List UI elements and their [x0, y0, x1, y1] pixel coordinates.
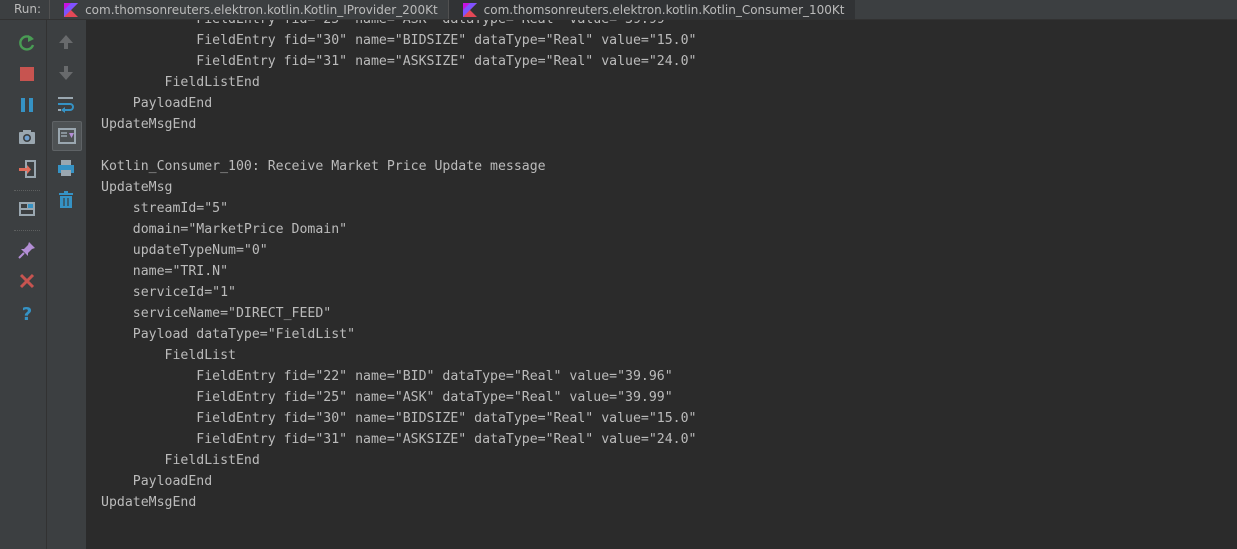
console-line: domain="MarketPrice Domain"	[101, 222, 348, 237]
rerun-icon	[19, 35, 35, 51]
scroll-to-end-button[interactable]	[52, 121, 82, 151]
print-icon	[58, 160, 74, 176]
tab-label: com.thomsonreuters.elektron.kotlin.Kotli…	[483, 2, 845, 17]
console-line: UpdateMsgEnd	[101, 117, 197, 132]
console-toolbar	[47, 20, 87, 549]
console-line: FieldListEnd	[101, 75, 260, 90]
tab-iprovider[interactable]: com.thomsonreuters.elektron.kotlin.Kotli…	[50, 0, 448, 19]
svg-text:?: ?	[22, 304, 32, 323]
console-line: FieldListEnd	[101, 453, 260, 468]
console-output[interactable]: FieldEntry fid="25" name="ASK" dataType=…	[87, 20, 1237, 549]
exit-icon	[19, 160, 36, 178]
console-line: UpdateMsg	[101, 180, 173, 195]
arrow-down-icon	[59, 66, 73, 80]
toolbar-separator	[14, 230, 40, 231]
trash-icon	[59, 191, 73, 208]
close-button[interactable]	[13, 267, 41, 295]
dump-threads-button[interactable]	[13, 123, 41, 151]
console-line: FieldEntry fid="25" name="ASK" dataType=…	[101, 20, 696, 30]
rerun-button[interactable]	[13, 29, 41, 57]
close-icon	[19, 273, 35, 289]
pin-icon	[18, 242, 35, 259]
stop-icon	[20, 67, 34, 81]
run-toolbar: ?	[0, 20, 47, 549]
console-line: PayloadEnd	[101, 96, 213, 111]
pin-tab-button[interactable]	[13, 236, 41, 264]
console-line: FieldEntry fid="30" name="BIDSIZE" dataT…	[101, 33, 697, 48]
stop-button[interactable]	[13, 60, 41, 88]
console-line: serviceName="DIRECT_FEED"	[101, 306, 332, 321]
console-line: name="TRI.N"	[101, 264, 229, 279]
console-line: PayloadEnd	[101, 474, 213, 489]
help-button[interactable]: ?	[13, 299, 41, 327]
soft-wrap-icon	[58, 97, 74, 113]
print-button[interactable]	[52, 154, 80, 182]
console-line: FieldEntry fid="30" name="BIDSIZE" dataT…	[101, 411, 697, 426]
console-line: FieldEntry fid="22" name="BID" dataType=…	[101, 369, 673, 384]
help-icon: ?	[22, 304, 32, 323]
console-line: FieldEntry fid="25" name="ASK" dataType=…	[101, 390, 673, 405]
pause-button[interactable]	[13, 91, 41, 119]
run-label: Run:	[0, 0, 51, 19]
console-line: Kotlin_Consumer_100: Receive Market Pric…	[101, 159, 546, 174]
console-line: FieldEntry fid="31" name="ASKSIZE" dataT…	[101, 432, 697, 447]
console-line: serviceId="1"	[101, 285, 236, 300]
soft-wrap-button[interactable]	[52, 90, 80, 118]
down-stack-button[interactable]	[52, 59, 80, 87]
arrow-up-icon	[59, 35, 73, 49]
run-tab-bar: Run: com.thomsonreuters.elektron.kotlin.…	[0, 0, 1237, 20]
pause-icon	[21, 98, 33, 112]
console-text: FieldEntry fid="25" name="ASK" dataType=…	[101, 20, 696, 513]
kotlin-icon	[64, 2, 79, 17]
console-line: FieldList	[101, 348, 236, 363]
clear-all-button[interactable]	[52, 186, 80, 214]
console-line: Payload dataType="FieldList"	[101, 327, 356, 342]
up-stack-button[interactable]	[52, 28, 80, 56]
console-line: FieldEntry fid="31" name="ASKSIZE" dataT…	[101, 54, 697, 69]
exit-button[interactable]	[13, 155, 41, 183]
console-line: UpdateMsgEnd	[101, 495, 197, 510]
toolbar-separator	[14, 190, 40, 191]
camera-icon	[19, 130, 35, 144]
scroll-to-end-icon	[58, 128, 76, 144]
layout-icon	[19, 202, 35, 216]
tab-consumer[interactable]: com.thomsonreuters.elektron.kotlin.Kotli…	[448, 0, 855, 19]
console-line: updateTypeNum="0"	[101, 243, 268, 258]
kotlin-icon	[462, 2, 477, 17]
tab-label: com.thomsonreuters.elektron.kotlin.Kotli…	[85, 2, 438, 17]
restore-layout-button[interactable]	[13, 195, 41, 223]
console-line: streamId="5"	[101, 201, 229, 216]
